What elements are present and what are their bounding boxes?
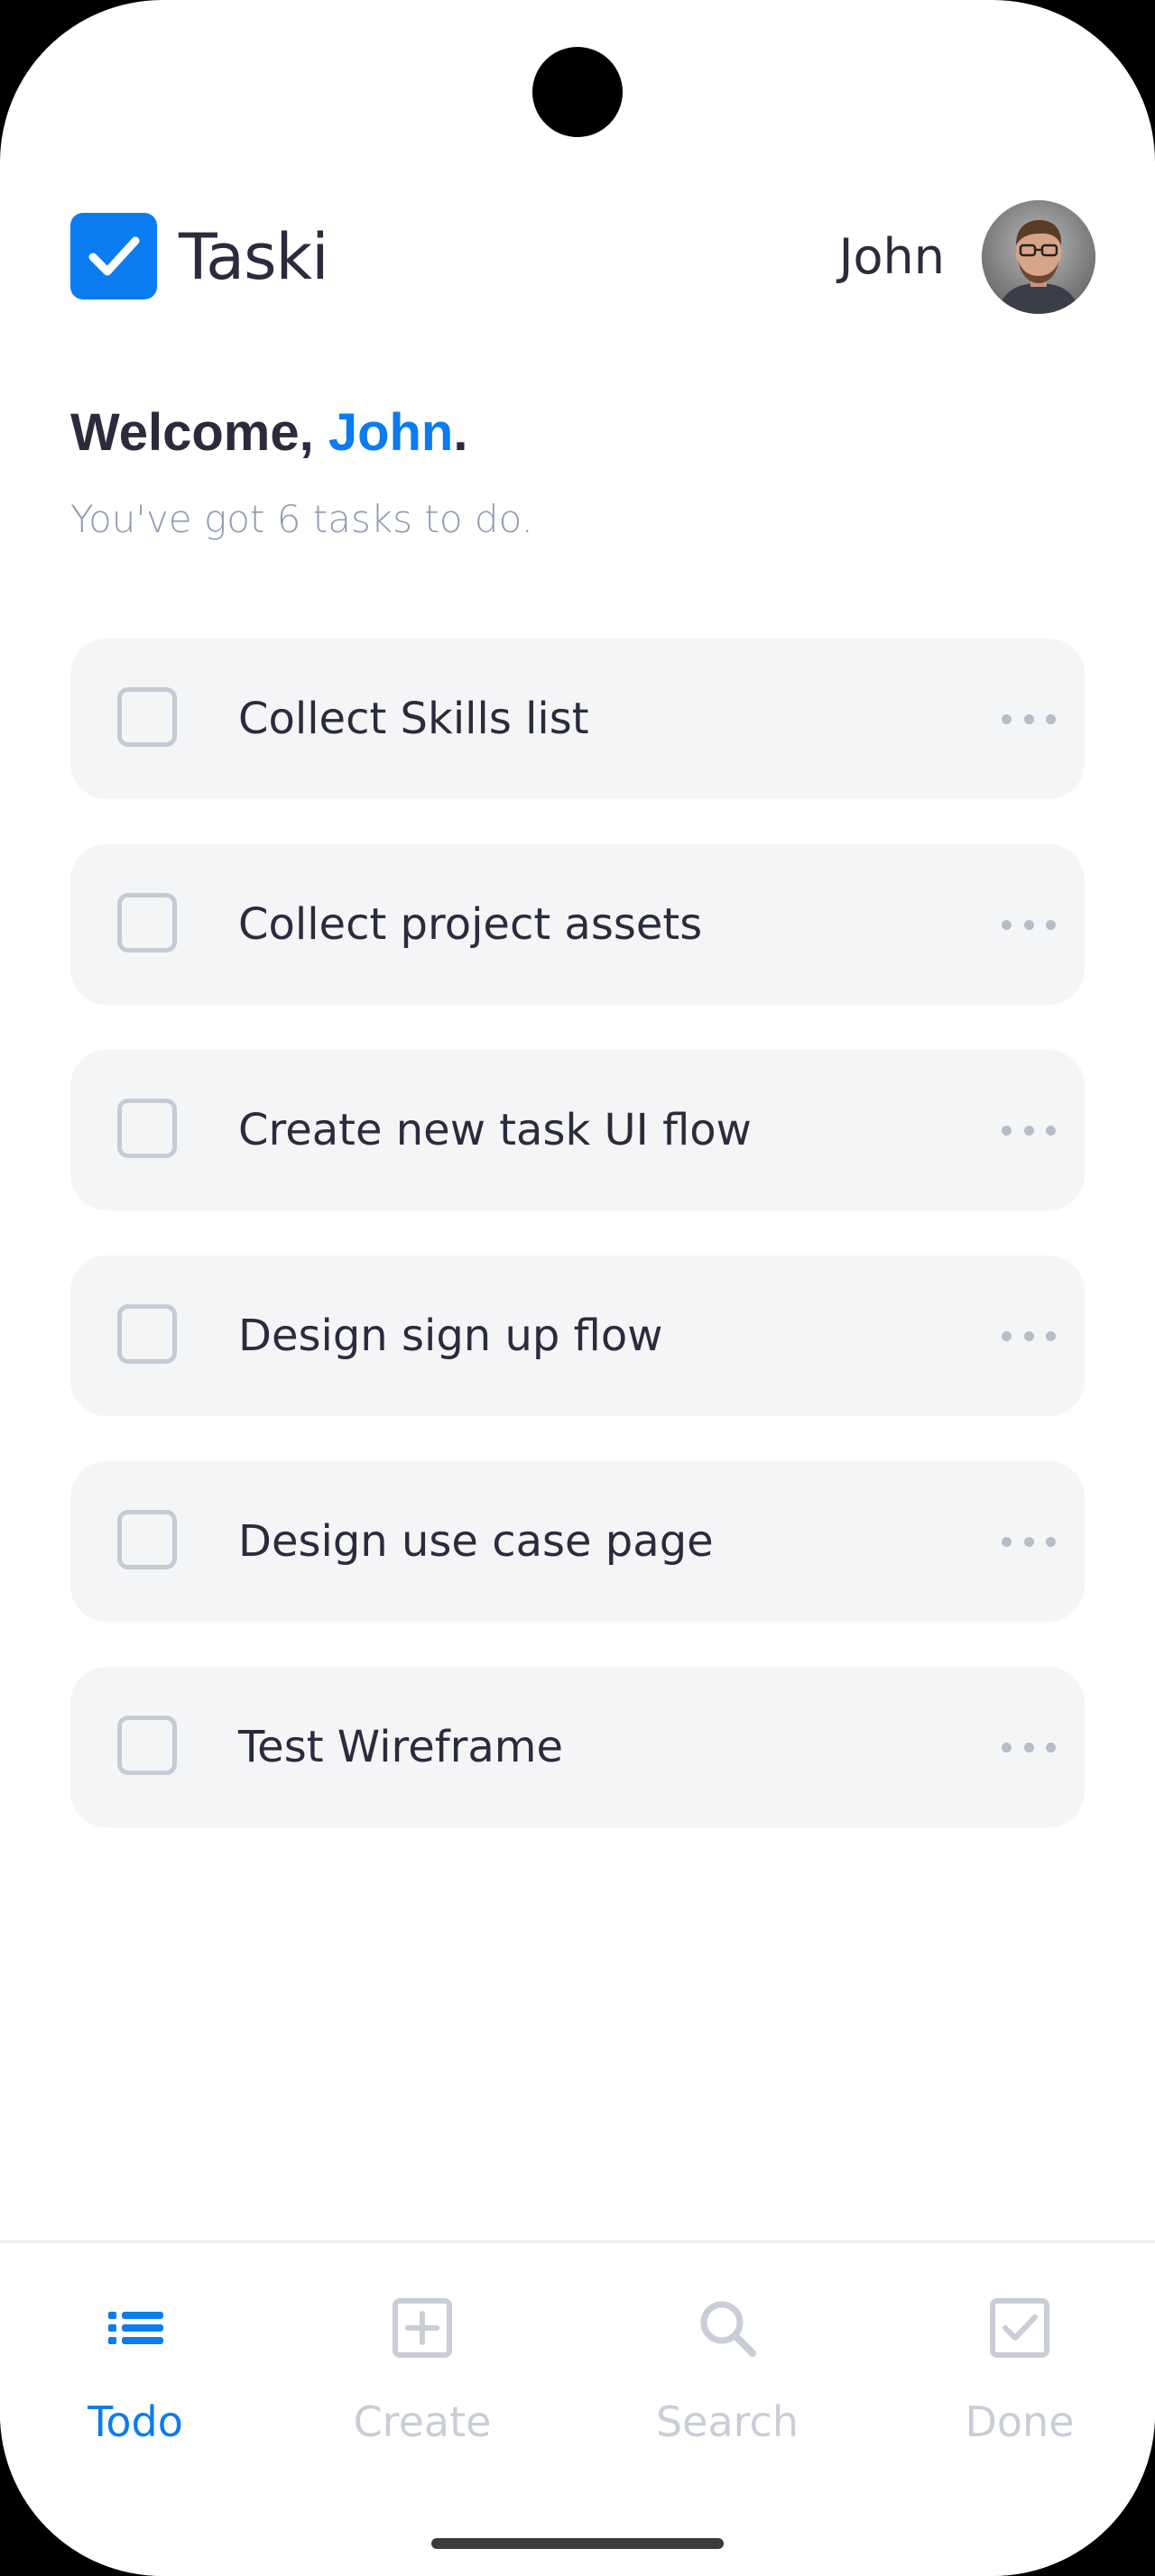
more-options-icon[interactable] (1002, 1521, 1056, 1562)
task-item[interactable]: Design sign up flow (70, 1256, 1085, 1416)
task-checkbox[interactable] (117, 893, 177, 952)
task-item[interactable]: Create new task UI flow (70, 1050, 1085, 1210)
front-camera (532, 47, 623, 137)
task-label: Design use case page (238, 1516, 714, 1567)
list-icon (108, 2312, 163, 2344)
task-checkbox[interactable] (117, 1510, 177, 1569)
task-item[interactable]: Collect project assets (70, 844, 1085, 1005)
search-icon (700, 2301, 756, 2357)
task-label: Test Wireframe (238, 1722, 564, 1772)
task-checkbox[interactable] (117, 1304, 177, 1364)
task-count-subtitle: You've got 6 tasks to do. (70, 497, 533, 541)
task-item[interactable]: Collect Skills list (70, 639, 1085, 799)
task-label: Collect project assets (238, 899, 703, 950)
check-icon (88, 236, 140, 276)
task-label: Design sign up flow (238, 1311, 663, 1361)
more-options-icon[interactable] (1002, 1109, 1056, 1151)
check-square-icon (990, 2298, 1049, 2358)
app-logo-icon (70, 213, 157, 299)
bottom-nav: Todo Create Search Done (0, 2240, 1155, 2576)
task-checkbox[interactable] (117, 1716, 177, 1775)
app-screen: Taski John Welcome, John. You've got 6 t… (0, 0, 1155, 2576)
nav-label: Create (353, 2397, 492, 2446)
avatar[interactable] (982, 200, 1095, 314)
app-name: Taski (179, 220, 329, 294)
welcome-heading: Welcome, John. (70, 397, 467, 469)
avatar-icon (982, 200, 1095, 314)
nav-label: Todo (88, 2397, 183, 2446)
more-options-icon[interactable] (1002, 1315, 1056, 1357)
task-label: Collect Skills list (238, 694, 589, 744)
nav-todo[interactable]: Todo (27, 2292, 244, 2449)
home-indicator (431, 2538, 724, 2549)
nav-search[interactable]: Search (619, 2292, 836, 2449)
task-checkbox[interactable] (117, 1099, 177, 1158)
task-label: Create new task UI flow (238, 1105, 752, 1155)
header-user-name: John (838, 228, 945, 285)
nav-label: Done (965, 2397, 1075, 2446)
welcome-suffix: . (453, 403, 468, 462)
task-list: Collect Skills list Collect project asse… (70, 639, 1085, 1872)
task-item[interactable]: Design use case page (70, 1461, 1085, 1622)
plus-square-icon (393, 2298, 452, 2358)
task-item[interactable]: Test Wireframe (70, 1667, 1085, 1827)
nav-create[interactable]: Create (314, 2292, 531, 2449)
welcome-user-name: John (328, 403, 454, 462)
task-checkbox[interactable] (117, 687, 177, 747)
nav-done[interactable]: Done (911, 2292, 1128, 2449)
more-options-icon[interactable] (1002, 698, 1056, 740)
welcome-prefix: Welcome, (70, 403, 328, 462)
nav-label: Search (655, 2397, 799, 2446)
more-options-icon[interactable] (1002, 1726, 1056, 1768)
more-options-icon[interactable] (1002, 904, 1056, 945)
